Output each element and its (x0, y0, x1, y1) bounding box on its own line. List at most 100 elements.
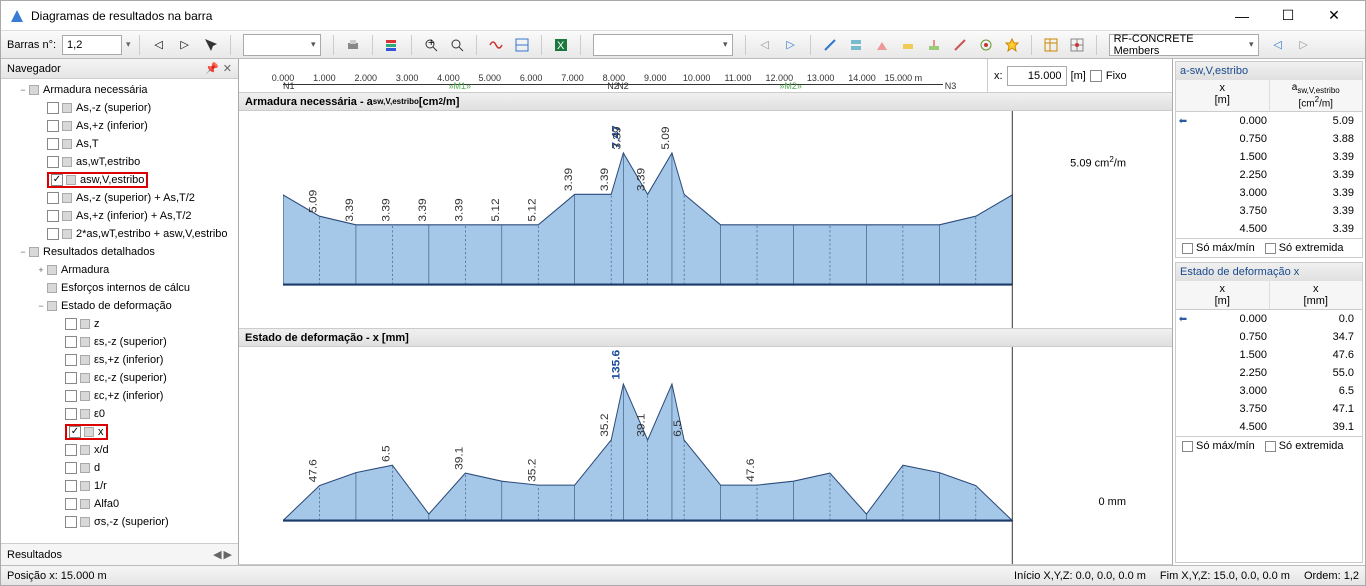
tree-node[interactable]: 1/r (1, 477, 238, 495)
zoom-in-icon[interactable]: + (420, 34, 442, 56)
table-row[interactable]: 3.0006.5 (1176, 382, 1362, 400)
print-icon[interactable] (342, 34, 364, 56)
svg-text:47.6: 47.6 (746, 459, 757, 482)
tree-node[interactable]: εs,-z (superior) (1, 333, 238, 351)
module-prev-icon[interactable]: ◁ (1267, 34, 1289, 56)
pin-icon[interactable]: 📌 (205, 62, 219, 75)
excel-icon[interactable]: X (550, 34, 572, 56)
x-input[interactable] (1007, 66, 1067, 86)
tree-node[interactable]: z (1, 315, 238, 333)
table-row[interactable]: 2.2503.39 (1176, 166, 1362, 184)
table-row[interactable]: ⬅0.0000.0 (1176, 310, 1362, 328)
opt-1-icon[interactable] (819, 34, 841, 56)
tree-node[interactable]: As,-z (superior) (1, 99, 238, 117)
opt-6-icon[interactable] (949, 34, 971, 56)
svg-text:5.09: 5.09 (308, 190, 319, 213)
tree-node[interactable]: As,-z (superior) + As,T/2 (1, 189, 238, 207)
tree-node[interactable]: εc,+z (inferior) (1, 387, 238, 405)
close-button[interactable]: ✕ (1311, 1, 1357, 31)
toolbar: Barras n°: ▾ ◁ ▷ + X ◁ ▷ RF-CONCRETE Mem… (1, 31, 1365, 59)
empty-select-2[interactable] (593, 34, 733, 56)
tree-node[interactable]: Esforços internos de cálcu (1, 279, 238, 297)
tree-node[interactable]: εc,-z (superior) (1, 369, 238, 387)
navigator-footer: Resultados ◀▶ (1, 543, 238, 565)
somaxmin-checkbox-2[interactable] (1182, 441, 1193, 452)
table-deform-body[interactable]: ⬅0.0000.00.75034.71.50047.62.25055.03.00… (1176, 310, 1362, 436)
grid-icon[interactable] (1066, 34, 1088, 56)
nav-first-icon[interactable]: ◁ (754, 34, 776, 56)
tree-node[interactable]: σs,-z (superior) (1, 513, 238, 531)
tree-node[interactable]: As,+z (inferior) + As,T/2 (1, 207, 238, 225)
tree-node[interactable]: εs,+z (inferior) (1, 351, 238, 369)
select-icon[interactable] (200, 34, 222, 56)
soextremida-checkbox-2[interactable] (1265, 441, 1276, 452)
opt-2-icon[interactable] (845, 34, 867, 56)
ruler[interactable]: 0.0001.0002.0003.0004.0005.0006.0007.000… (283, 59, 987, 92)
empty-select-1[interactable] (243, 34, 321, 56)
tree-node[interactable]: asw,V,estribo (1, 171, 238, 189)
table-asw-title: a-sw,V,estribo (1176, 62, 1362, 80)
tree-node[interactable]: as,wT,estribo (1, 153, 238, 171)
barras-input[interactable] (62, 35, 122, 55)
table-row[interactable]: 2.25055.0 (1176, 364, 1362, 382)
tree-node[interactable]: As,T (1, 135, 238, 153)
scroll-left-icon[interactable]: ◀ (213, 548, 221, 561)
statusbar: Posição x: 15.000 m Início X,Y,Z: 0.0, 0… (1, 565, 1365, 585)
table-deform: Estado de deformação x x[m] x[mm] ⬅0.000… (1175, 262, 1363, 563)
table-deform-title: Estado de deformação x (1176, 263, 1362, 281)
module-next-icon[interactable]: ▷ (1293, 34, 1315, 56)
soextremida-checkbox-1[interactable] (1265, 243, 1276, 254)
tree-node[interactable]: Alfa0 (1, 495, 238, 513)
table-row[interactable]: ⬅0.0005.09 (1176, 112, 1362, 130)
minimize-button[interactable]: — (1219, 1, 1265, 31)
nav-last-icon[interactable]: ▷ (780, 34, 802, 56)
layers-icon[interactable] (381, 34, 403, 56)
right-panel: a-sw,V,estribo x[m] asw,V,estribo[cm2/m]… (1172, 59, 1365, 565)
tree-node[interactable]: As,+z (inferior) (1, 117, 238, 135)
next-arrow-icon[interactable]: ▷ (174, 34, 196, 56)
navigator-title: Navegador 📌✕ (1, 59, 238, 79)
tree-node[interactable]: −Resultados detalhados (1, 243, 238, 261)
table-asw-body[interactable]: ⬅0.0005.090.7503.881.5003.392.2503.393.0… (1176, 112, 1362, 238)
table-row[interactable]: 4.50039.1 (1176, 418, 1362, 436)
tree-node[interactable]: +Armadura (1, 261, 238, 279)
tree-node[interactable]: x (1, 423, 238, 441)
tree-node[interactable]: x/d (1, 441, 238, 459)
module-select[interactable]: RF-CONCRETE Members (1109, 34, 1259, 56)
opt-7-icon[interactable] (975, 34, 997, 56)
maximize-button[interactable]: ☐ (1265, 1, 1311, 31)
table-icon[interactable] (1040, 34, 1062, 56)
prev-arrow-icon[interactable]: ◁ (148, 34, 170, 56)
opt-3-icon[interactable] (871, 34, 893, 56)
table-row[interactable]: 4.5003.39 (1176, 220, 1362, 238)
table-row[interactable]: 3.7503.39 (1176, 202, 1362, 220)
fixo-checkbox[interactable] (1090, 70, 1102, 82)
svg-text:135.6: 135.6 (611, 350, 622, 380)
opt-5-icon[interactable] (923, 34, 945, 56)
table-row[interactable]: 1.50047.6 (1176, 346, 1362, 364)
opt-8-icon[interactable] (1001, 34, 1023, 56)
table-row[interactable]: 0.75034.7 (1176, 328, 1362, 346)
table-row[interactable]: 1.5003.39 (1176, 148, 1362, 166)
toggle-2-icon[interactable] (511, 34, 533, 56)
close-panel-icon[interactable]: ✕ (223, 62, 232, 75)
diagram-top: Armadura necessária - asw,V,estribo [cm2… (239, 93, 1172, 329)
somaxmin-checkbox-1[interactable] (1182, 243, 1193, 254)
x-label: x: (994, 70, 1003, 82)
table-row[interactable]: 3.75047.1 (1176, 400, 1362, 418)
svg-text:35.2: 35.2 (527, 459, 538, 482)
svg-text:6.5: 6.5 (381, 445, 392, 462)
opt-4-icon[interactable] (897, 34, 919, 56)
table-row[interactable]: 3.0003.39 (1176, 184, 1362, 202)
navigator-tree[interactable]: −Armadura necessáriaAs,-z (superior)As,+… (1, 79, 238, 543)
tree-node[interactable]: d (1, 459, 238, 477)
table-row[interactable]: 0.7503.88 (1176, 130, 1362, 148)
tree-node[interactable]: 2*as,wT,estribo + asw,V,estribo (1, 225, 238, 243)
tree-node[interactable]: −Armadura necessária (1, 81, 238, 99)
zoom-out-icon[interactable] (446, 34, 468, 56)
tree-node[interactable]: −Estado de deformação (1, 297, 238, 315)
tree-node[interactable]: ε0 (1, 405, 238, 423)
scroll-right-icon[interactable]: ▶ (224, 548, 232, 561)
toggle-1-icon[interactable] (485, 34, 507, 56)
svg-text:3.39: 3.39 (600, 168, 611, 191)
